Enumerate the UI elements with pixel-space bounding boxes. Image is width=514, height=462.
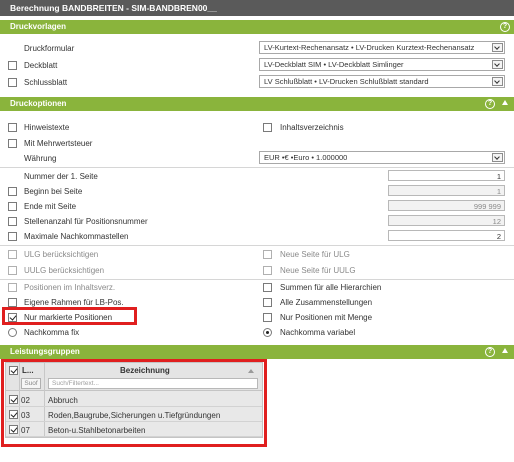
section-title: Leistungsgruppen (10, 347, 80, 356)
section-title: Druckoptionen (10, 99, 67, 108)
eigene-rahmen-checkbox[interactable] (8, 298, 17, 307)
inhaltsverzeichnis-label: Inhaltsverzeichnis (280, 123, 344, 132)
highlight-frame (2, 307, 137, 325)
nachkomma-fix-label: Nachkomma fix (24, 328, 80, 337)
chevron-down-icon[interactable] (492, 77, 503, 86)
nachkomma-fix-radio[interactable] (8, 328, 17, 337)
window-title: Berechnung BANDBREITEN - SIM-BANDBREN00_… (0, 0, 514, 16)
help-icon[interactable]: ? (485, 347, 495, 357)
help-icon[interactable]: ? (485, 99, 495, 109)
help-icon[interactable]: ? (500, 22, 510, 32)
alle-zusammenstellungen-checkbox[interactable] (263, 298, 272, 307)
mehrwertsteuer-checkbox[interactable] (8, 139, 17, 148)
ulg-label: ULG berücksichtigen (24, 250, 99, 259)
deckblatt-select[interactable]: LV-Deckblatt SIM • LV-Deckblatt Simlinge… (259, 58, 505, 71)
druckformular-label: Druckformular (24, 44, 75, 53)
waehrung-select[interactable]: EUR •€ •Euro • 1.000000 (259, 151, 505, 164)
stellenanzahl-label: Stellenanzahl für Positionsnummer (24, 217, 148, 226)
neue-seite-uulg-checkbox[interactable] (263, 266, 272, 275)
chevron-down-icon[interactable] (492, 153, 503, 162)
ende-label: Ende mit Seite (24, 202, 77, 211)
deckblatt-value: LV-Deckblatt SIM • LV-Deckblatt Simlinge… (264, 60, 404, 69)
section-header-leistungsgruppen[interactable]: Leistungsgruppen ? (0, 345, 514, 359)
uulg-checkbox[interactable] (8, 266, 17, 275)
ende-checkbox[interactable] (8, 202, 17, 211)
chevron-down-icon[interactable] (492, 60, 503, 69)
section-header-druckoptionen[interactable]: Druckoptionen ? (0, 97, 514, 111)
druckformular-select[interactable]: LV-Kurtext-Rechenansatz • LV-Drucken Kur… (259, 41, 505, 54)
eigene-rahmen-label: Eigene Rahmen für LB-Pos. (24, 298, 124, 307)
highlight-frame (1, 359, 267, 447)
summen-hierarchien-checkbox[interactable] (263, 283, 272, 292)
nummer-label: Nummer der 1. Seite (24, 172, 98, 181)
nur-positionen-menge-label: Nur Positionen mit Menge (280, 313, 373, 322)
deckblatt-checkbox[interactable] (8, 61, 17, 70)
beginn-label: Beginn bei Seite (24, 187, 83, 196)
neue-seite-ulg-checkbox[interactable] (263, 250, 272, 259)
divider (0, 167, 514, 168)
ulg-checkbox[interactable] (8, 250, 17, 259)
schlussblatt-value: LV Schlußblatt • LV-Drucken Schlußblatt … (264, 77, 429, 86)
waehrung-value: EUR •€ •Euro • 1.000000 (264, 153, 348, 162)
positionen-inhaltsverz-checkbox[interactable] (8, 283, 17, 292)
section-header-druckvorlagen[interactable]: Druckvorlagen ? (0, 20, 514, 34)
deckblatt-label: Deckblatt (24, 61, 58, 70)
druckformular-value: LV-Kurtext-Rechenansatz • LV-Drucken Kur… (264, 43, 475, 52)
collapse-icon[interactable] (502, 100, 508, 105)
mehrwertsteuer-label: Mit Mehrwertsteuer (24, 139, 93, 148)
uulg-label: UULG berücksichtigen (24, 266, 105, 275)
maximale-input[interactable]: 2 (388, 230, 505, 241)
beginn-input[interactable]: 1 (388, 185, 505, 196)
nachkomma-variabel-label: Nachkomma variabel (280, 328, 356, 337)
positionen-inhaltsverz-label: Positionen im Inhaltsverz. (24, 283, 116, 292)
summen-hierarchien-label: Summen für alle Hierarchien (280, 283, 382, 292)
maximale-label: Maximale Nachkommastellen (24, 232, 129, 241)
stellenanzahl-input[interactable]: 12 (388, 215, 505, 226)
nachkomma-variabel-radio[interactable] (263, 328, 272, 337)
chevron-down-icon[interactable] (492, 43, 503, 52)
beginn-checkbox[interactable] (8, 187, 17, 196)
nummer-input[interactable]: 1 (388, 170, 505, 181)
alle-zusammenstellungen-label: Alle Zusammenstellungen (280, 298, 373, 307)
schlussblatt-label: Schlussblatt (24, 78, 68, 87)
schlussblatt-select[interactable]: LV Schlußblatt • LV-Drucken Schlußblatt … (259, 75, 505, 88)
inhaltsverzeichnis-checkbox[interactable] (263, 123, 272, 132)
divider (0, 245, 514, 246)
nur-positionen-menge-checkbox[interactable] (263, 313, 272, 322)
section-title: Druckvorlagen (10, 22, 67, 31)
neue-seite-ulg-label: Neue Seite für ULG (280, 250, 350, 259)
waehrung-label: Währung (24, 154, 57, 163)
divider (0, 279, 514, 280)
hinweistexte-checkbox[interactable] (8, 123, 17, 132)
maximale-checkbox[interactable] (8, 232, 17, 241)
collapse-icon[interactable] (502, 348, 508, 353)
neue-seite-uulg-label: Neue Seite für UULG (280, 266, 356, 275)
ende-input[interactable]: 999 999 (388, 200, 505, 211)
hinweistexte-label: Hinweistexte (24, 123, 70, 132)
schlussblatt-checkbox[interactable] (8, 78, 17, 87)
stellenanzahl-checkbox[interactable] (8, 217, 17, 226)
